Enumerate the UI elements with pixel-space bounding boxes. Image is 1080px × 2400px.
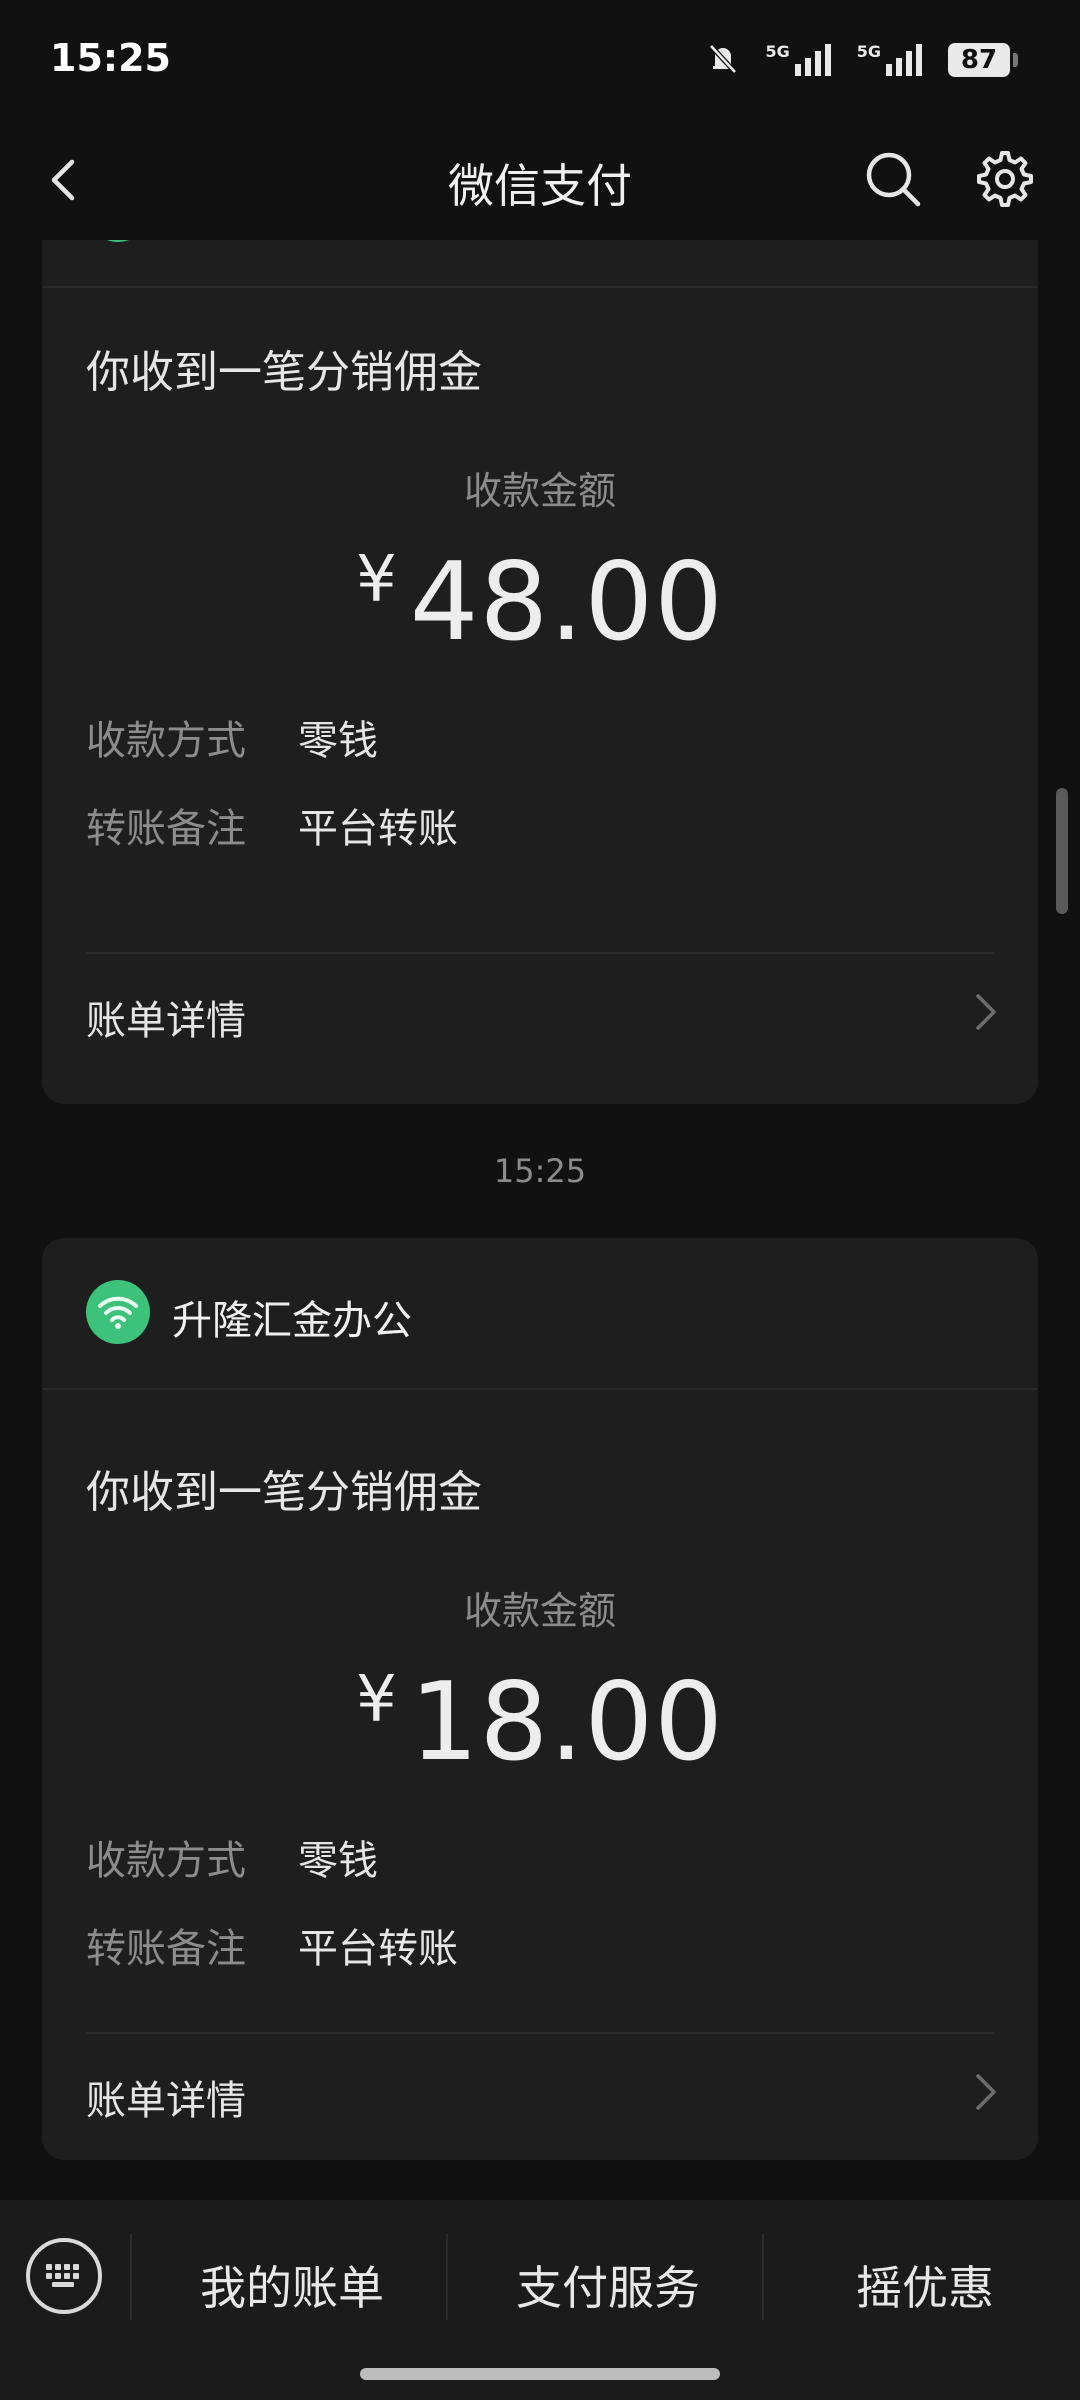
search-button[interactable] <box>862 148 924 210</box>
merchant-logo-icon <box>86 240 150 242</box>
status-bar: 15:25 5G 5G 87 <box>0 0 1080 120</box>
bill-detail-label: 账单详情 <box>86 998 246 1044</box>
signal-icon: 5G <box>857 42 926 78</box>
search-icon <box>866 152 921 207</box>
info-key: 转账备注 <box>86 806 246 852</box>
payment-card: 你收到一笔分销佣金 收款金额 ¥48.00 收款方式 零钱 转账备注 平台转账 账单… <box>42 240 1038 1104</box>
info-row: 收款方式 零钱 <box>86 708 378 766</box>
home-indicator[interactable] <box>360 2368 720 2380</box>
signal-icon: 5G <box>765 42 834 78</box>
mute-bell-icon <box>703 38 743 82</box>
keyboard-icon <box>46 2264 79 2287</box>
info-key: 收款方式 <box>86 1838 246 1884</box>
network-type-label: 5G <box>765 42 790 61</box>
tab-payment-services[interactable]: 支付服务 <box>516 2252 700 2318</box>
tab-shake-offers[interactable]: 摇优惠 <box>856 2252 994 2318</box>
network-type-label: 5G <box>856 42 881 61</box>
scrollbar-thumb[interactable] <box>1056 788 1068 914</box>
amount-value: 48.00 <box>409 540 724 665</box>
amount-label: 收款金额 <box>463 469 616 513</box>
info-key: 收款方式 <box>86 718 246 764</box>
gear-icon <box>977 151 1033 207</box>
info-key: 转账备注 <box>86 1926 246 1972</box>
info-value: 平台转账 <box>298 806 458 852</box>
message-timestamp: 15:25 <box>493 1152 587 1190</box>
settings-button[interactable] <box>974 148 1036 210</box>
info-row: 收款方式 零钱 <box>86 1828 378 1886</box>
chevron-right-icon <box>976 2074 996 2110</box>
info-row: 转账备注 平台转账 <box>86 796 458 854</box>
chevron-right-icon <box>976 994 996 1030</box>
amount-label: 收款金额 <box>463 1589 616 1633</box>
bill-detail-link[interactable]: 账单详情 <box>42 954 1038 1104</box>
payment-card: 升隆汇金办公 你收到一笔分销佣金 收款金额 ¥18.00 收款方式 零钱 转账备注… <box>42 1238 1038 2160</box>
amount: ¥18.00 <box>42 1660 1038 1785</box>
battery-level: 87 <box>960 45 998 75</box>
bill-detail-label: 账单详情 <box>86 2078 246 2124</box>
tab-separator <box>762 2234 764 2320</box>
keyboard-toggle-button[interactable] <box>26 2238 102 2314</box>
amount: ¥48.00 <box>42 540 1038 665</box>
bottom-menu-bar: 我的账单 支付服务 摇优惠 <box>0 2200 1080 2400</box>
tab-separator <box>446 2234 448 2320</box>
currency-symbol: ¥ <box>356 543 398 617</box>
message-list[interactable]: 你收到一笔分销佣金 收款金额 ¥48.00 收款方式 零钱 转账备注 平台转账 账单… <box>0 240 1080 2200</box>
merchant-name: 升隆汇金办公 <box>172 1298 412 1344</box>
battery-icon: 87 <box>948 43 1018 77</box>
card-title: 你收到一笔分销佣金 <box>86 347 482 398</box>
info-value: 平台转账 <box>298 1926 458 1972</box>
card-title: 你收到一笔分销佣金 <box>86 1467 482 1518</box>
info-value: 零钱 <box>298 1838 378 1884</box>
app-header: 微信支付 <box>0 120 1080 240</box>
status-time: 15:25 <box>50 36 171 80</box>
card-header[interactable]: 升隆汇金办公 <box>42 1238 1038 1390</box>
card-header <box>42 240 1038 288</box>
amount-value: 18.00 <box>409 1660 724 1785</box>
tab-my-bills[interactable]: 我的账单 <box>200 2252 384 2318</box>
info-row: 转账备注 平台转账 <box>86 1916 458 1974</box>
info-value: 零钱 <box>298 718 378 764</box>
tab-separator <box>130 2234 132 2320</box>
currency-symbol: ¥ <box>356 1663 398 1737</box>
merchant-logo-icon <box>86 1280 150 1344</box>
bill-detail-link[interactable]: 账单详情 <box>42 2034 1038 2160</box>
status-icons: 5G 5G 87 <box>703 38 1018 82</box>
